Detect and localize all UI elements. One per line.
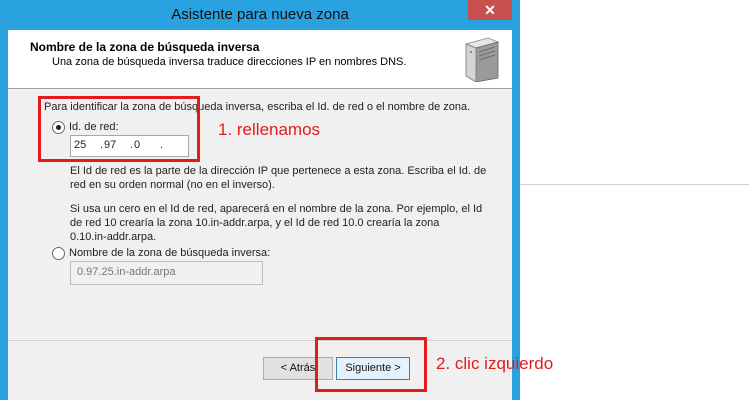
zone-name-field[interactable]: 0.97.25.in-addr.arpa [70,261,263,285]
server-icon [464,37,500,82]
highlight-box-network-id [38,96,200,162]
annotation-step-2: 2. clic izquierdo [436,354,554,373]
help-text-line: El Id de red es la parte de la dirección… [70,165,487,177]
help-text-line: 0.10.in-addr.arpa. [70,231,157,243]
help-text-line: Si usa un cero en el Id de red, aparecer… [70,203,483,215]
zone-name-value: 0.97.25.in-addr.arpa [77,266,176,278]
title-bar: Asistente para nueva zona ✕ [0,0,520,30]
help-text-line: red en su orden normal (no en el inverso… [70,179,275,191]
page-subtitle: Una zona de búsqueda inversa traduce dir… [52,56,407,68]
highlight-box-next [315,337,427,392]
zone-name-radio[interactable] [52,247,65,260]
background-window [512,0,749,400]
zone-name-label: Nombre de la zona de búsqueda inversa: [69,247,271,259]
wizard-header: Nombre de la zona de búsqueda inversa Un… [8,30,512,89]
button-separator [8,340,512,341]
window-title: Asistente para nueva zona [171,6,349,23]
page-title: Nombre de la zona de búsqueda inversa [30,40,260,54]
help-text-line: de red 10 crearía la zona 10.in-addr.arp… [70,217,440,229]
annotation-step-1: 1. rellenamos [218,120,321,139]
close-button[interactable]: ✕ [468,0,512,20]
background-divider [512,184,749,185]
